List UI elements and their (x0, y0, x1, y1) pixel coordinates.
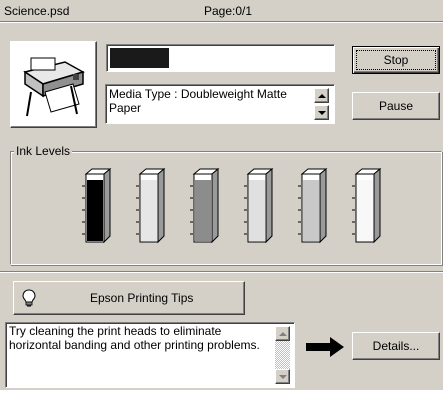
pause-button-label: Pause (378, 99, 414, 113)
details-button-label: Details... (372, 339, 420, 353)
ink-cartridge-2 (136, 168, 166, 244)
right-arrow-icon (306, 337, 346, 360)
ink-cartridge-4 (244, 168, 274, 244)
media-type-box: Media Type : Doubleweight Matte Paper (105, 84, 335, 124)
tips-scroll-up[interactable] (275, 326, 290, 341)
progress-bar (106, 44, 335, 72)
filename-label: Science.psd (4, 4, 70, 18)
printer-icon (17, 48, 89, 123)
print-status-window: Science.psd Page:0/1 Stop Pause Media Ty… (0, 0, 443, 390)
ink-levels-label: Ink Levels (14, 144, 73, 158)
media-type-text: Media Type : Doubleweight Matte Paper (109, 87, 287, 115)
ink-cartridge-5 (298, 168, 328, 244)
details-button[interactable]: Details... (352, 332, 440, 360)
media-scroll-up[interactable] (314, 88, 329, 103)
progress-fill (110, 48, 169, 68)
ink-cartridge-6 (352, 168, 382, 244)
tips-scroll-down[interactable] (275, 369, 290, 384)
ink-cartridge-3 (190, 168, 220, 244)
lightbulb-icon (22, 289, 36, 310)
ink-cartridge-1 (82, 168, 112, 244)
section-divider (0, 271, 443, 273)
header-divider (0, 21, 443, 23)
tips-message-text: Try cleaning the print heads to eliminat… (9, 324, 260, 352)
stop-button[interactable]: Stop (352, 46, 440, 74)
pause-button[interactable]: Pause (352, 92, 440, 120)
printer-icon-frame (10, 41, 97, 128)
media-scroll-down[interactable] (314, 105, 329, 120)
tips-message-box: Try cleaning the print heads to eliminat… (5, 322, 295, 388)
stop-button-label: Stop (383, 53, 409, 67)
epson-printing-tips-label: Epson Printing Tips (90, 291, 194, 305)
page-status: Page:0/1 (204, 4, 253, 18)
epson-printing-tips-button[interactable]: Epson Printing Tips (13, 281, 245, 315)
